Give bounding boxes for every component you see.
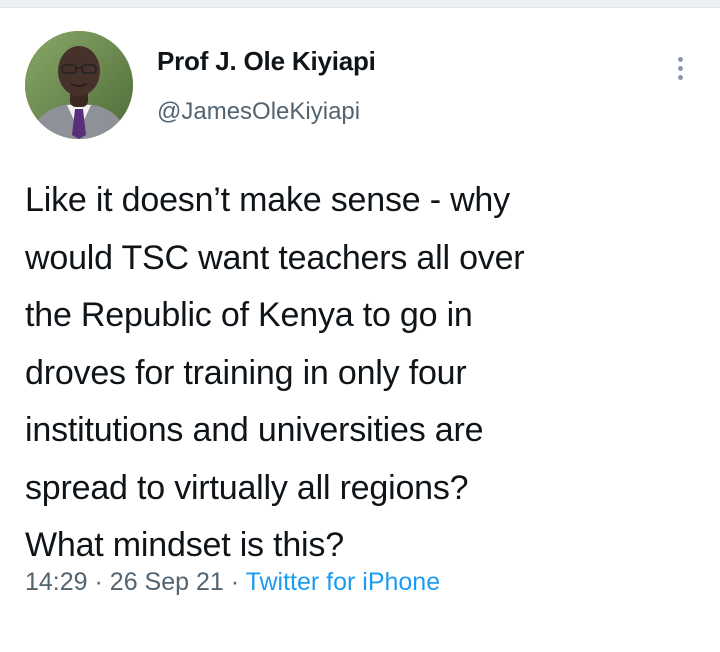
author-name[interactable]: Prof J. Ole Kiyiapi — [157, 46, 376, 77]
tweet-date[interactable]: 26 Sep 21 — [110, 568, 224, 596]
profile-photo-icon — [25, 31, 133, 139]
tweet-text: Like it doesn’t make sense - why would T… — [25, 172, 705, 575]
more-options-button[interactable] — [664, 48, 696, 88]
tweet-text-line: droves for training in only four — [25, 353, 467, 392]
tweet-source-link[interactable]: Twitter for iPhone — [246, 568, 441, 596]
tweet-text-line: institutions and universities are — [25, 411, 484, 449]
tweet-text-line: would TSC want teachers all over — [25, 238, 525, 277]
tweet-text-line: What mindset is this? — [25, 526, 344, 564]
more-dot-icon — [677, 74, 683, 80]
more-options-icon — [677, 56, 683, 80]
meta-separator: · — [230, 568, 240, 596]
tweet-meta: 14:29 · 26 Sep 21 · Twitter for iPhone — [25, 568, 440, 597]
tweet-card: Prof J. Ole Kiyiapi @JamesOleKiyiapi Lik… — [0, 8, 720, 652]
meta-separator: · — [94, 568, 103, 596]
tweet-time[interactable]: 14:29 — [25, 568, 88, 596]
more-dot-icon — [677, 56, 683, 62]
tweet-text-line: spread to virtually all regions? — [25, 468, 469, 507]
top-divider — [0, 0, 720, 8]
avatar[interactable] — [25, 31, 133, 139]
tweet-text-line: Like it doesn’t make sense - why — [25, 181, 510, 219]
tweet-text-line: the Republic of Kenya to go in — [25, 296, 473, 334]
author-handle[interactable]: @JamesOleKiyiapi — [157, 98, 360, 126]
more-dot-icon — [677, 65, 683, 71]
